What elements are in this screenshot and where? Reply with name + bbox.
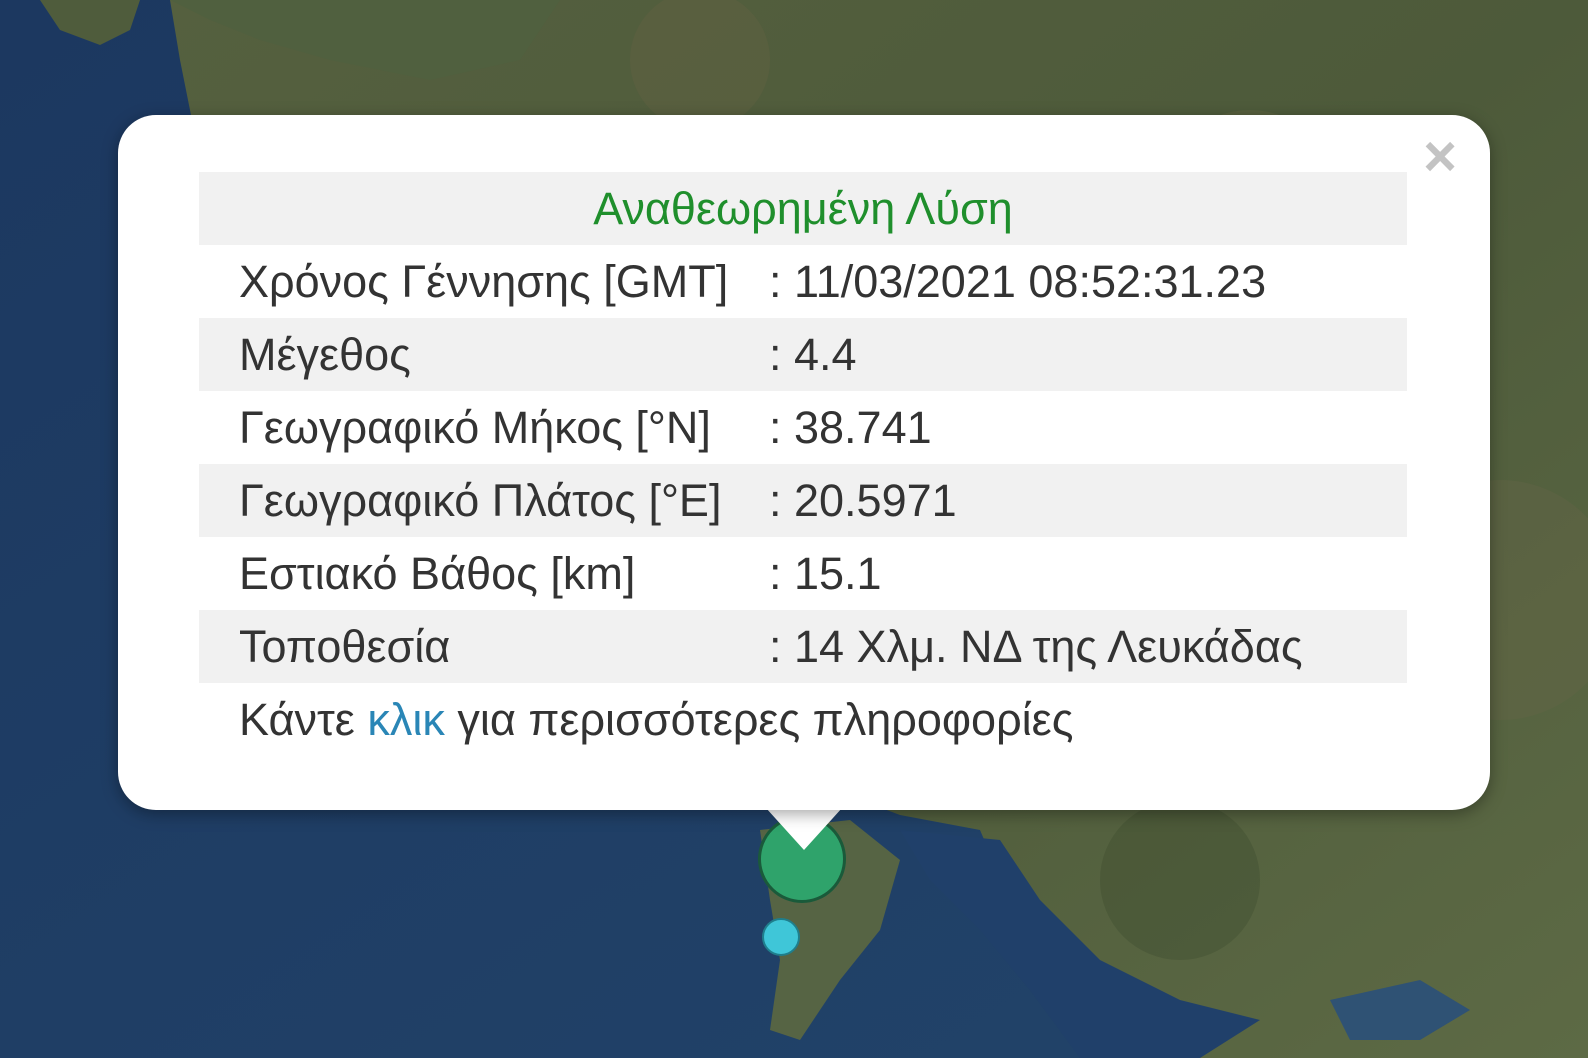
row-longitude: Γεωγραφικό Πλάτος [°E] : 20.5971 — [199, 464, 1407, 537]
location-label: Τοποθεσία — [199, 610, 769, 683]
satellite-map[interactable]: × Αναθεωρημένη Λύση Χρόνος Γέννησης [GMT… — [0, 0, 1588, 1058]
latitude-value: : 38.741 — [769, 401, 932, 453]
row-location: Τοποθεσία : 14 Χλμ. ΝΔ της Λευκάδας — [199, 610, 1407, 683]
longitude-label: Γεωγραφικό Πλάτος [°E] — [199, 464, 769, 537]
more-info-suffix: για περισσότερες πληροφορίες — [444, 693, 1074, 745]
popup-title: Αναθεωρημένη Λύση — [199, 172, 1407, 245]
row-depth: Εστιακό Βάθος [km] : 15.1 — [199, 537, 1407, 610]
magnitude-label: Μέγεθος — [199, 318, 769, 391]
location-value: : 14 Χλμ. ΝΔ της Λευκάδας — [769, 610, 1407, 683]
more-info-prefix: Κάντε — [239, 693, 368, 745]
row-origin-time: Χρόνος Γέννησης [GMT] : 11/03/2021 08:52… — [199, 245, 1407, 318]
row-magnitude: Μέγεθος : 4.4 — [199, 318, 1407, 391]
magnitude-value: : 4.4 — [769, 318, 1407, 391]
row-latitude: Γεωγραφικό Μήκος [°N] : 38.741 — [199, 391, 1407, 464]
depth-label: Εστιακό Βάθος [km] — [239, 547, 636, 599]
earthquake-info-popup: × Αναθεωρημένη Λύση Χρόνος Γέννησης [GMT… — [118, 115, 1490, 810]
longitude-value: : 20.5971 — [769, 464, 1407, 537]
more-info-link[interactable]: κλικ — [367, 694, 445, 745]
close-icon[interactable]: × — [1412, 128, 1468, 186]
origin-time-label: Χρόνος Γέννησης [GMT] — [239, 255, 729, 307]
earthquake-marker-small[interactable] — [762, 918, 800, 956]
popup-tip — [766, 808, 842, 850]
more-info-text: Κάντε κλικ για περισσότερες πληροφορίες — [199, 683, 1407, 756]
depth-value: : 15.1 — [769, 547, 882, 599]
origin-time-value: : 11/03/2021 08:52:31.23 — [769, 255, 1267, 307]
earthquake-info-table: Αναθεωρημένη Λύση Χρόνος Γέννησης [GMT] … — [199, 172, 1407, 756]
latitude-label: Γεωγραφικό Μήκος [°N] — [239, 401, 711, 453]
row-more-info: Κάντε κλικ για περισσότερες πληροφορίες — [199, 683, 1407, 756]
